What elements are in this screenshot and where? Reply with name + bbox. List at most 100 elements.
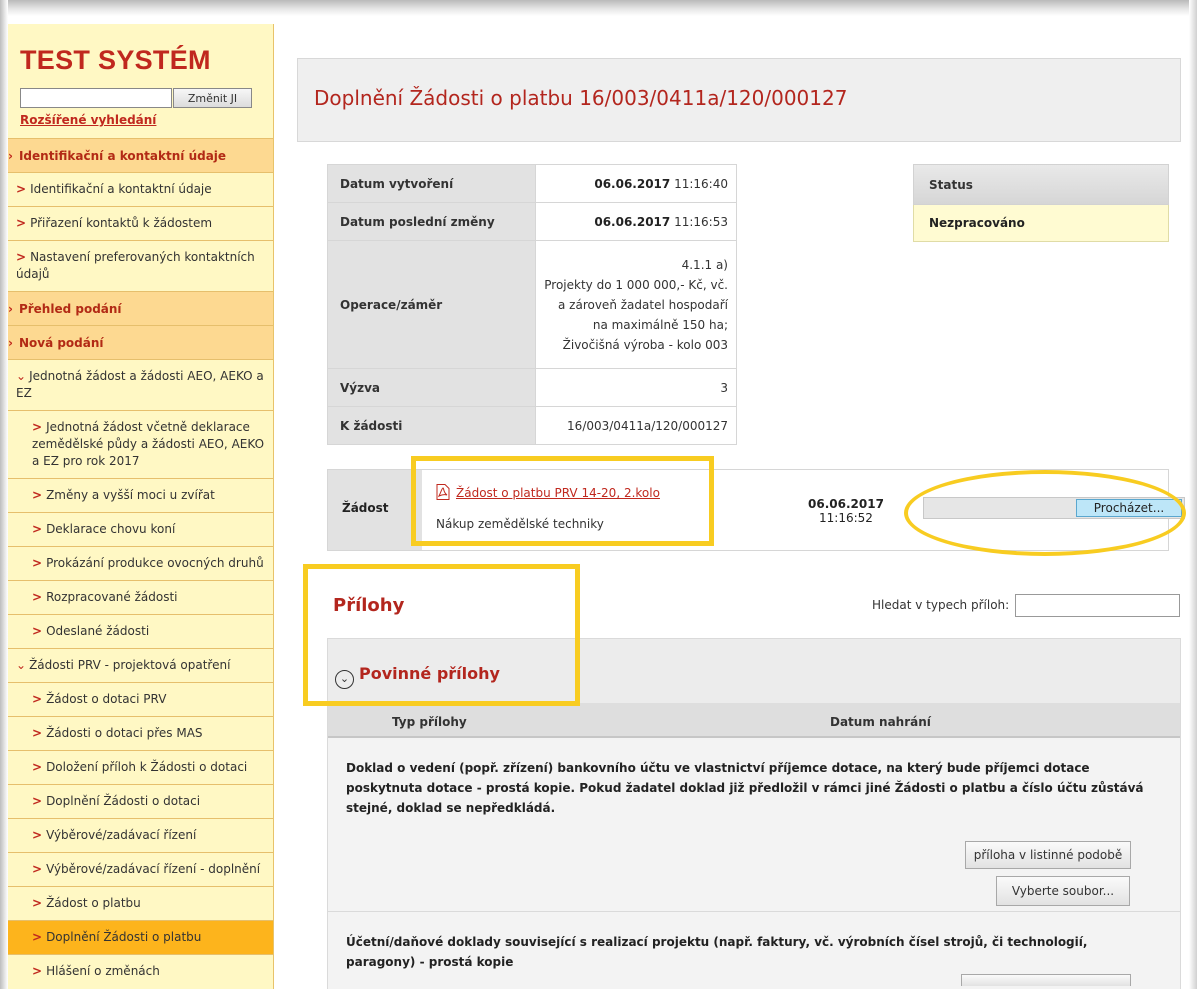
mandatory-section-title: Povinné přílohy [359, 664, 500, 683]
attachment-item: Doklad o vedení (popř. zřízení) bankovní… [328, 738, 1180, 912]
nav-group-single-application[interactable]: ⌄ Jednotná žádost a žádosti AEO, AEKO a E… [8, 359, 273, 410]
nav-label: Doplnění Žádosti o platbu [46, 930, 202, 944]
nav-group-prv-projects[interactable]: ⌄ Žádosti PRV - projektová opatření [8, 648, 273, 682]
request-date: 06.06.2017 [808, 497, 884, 511]
chevron-right-icon: > [32, 692, 43, 706]
advanced-search-link[interactable]: Rozšířené vyhledání [8, 111, 273, 138]
window-shadow-right [1189, 0, 1197, 989]
nav-item-payment-supplement[interactable]: > Doplnění Žádosti o platbu [8, 920, 273, 954]
chevron-right-icon: › [8, 336, 13, 350]
mandatory-attachments-panel: ⌄ Povinné přílohy Typ přílohy Datum nahrá… [327, 638, 1181, 989]
nav-label: Žádost o dotaci PRV [46, 692, 167, 706]
nav-label: Doplnění Žádosti o dotaci [46, 794, 201, 808]
page-header: Doplnění Žádosti o platbu 16/003/0411a/1… [297, 58, 1181, 142]
mandatory-section-header[interactable]: ⌄ Povinné přílohy [328, 639, 1180, 703]
nav-section-submissions-overview[interactable]: › Přehled podání [8, 291, 273, 325]
col-attachment-type: Typ přílohy [392, 715, 467, 729]
nav-item-draft-applications[interactable]: > Rozpracované žádosti [8, 580, 273, 614]
attachments-table-header: Typ přílohy Datum nahrání [328, 703, 1180, 738]
change-ji-button[interactable]: Změnit JI [173, 88, 252, 108]
modified-time: 11:16:53 [674, 214, 728, 229]
request-pdf-link[interactable]: Žádost o platbu PRV 14-20, 2.kolo [456, 486, 660, 500]
modified-date: 06.06.2017 [594, 214, 671, 229]
nav-section-identification[interactable]: › Identifikační a kontaktní údaje [8, 138, 273, 172]
request-value: 16/003/0411a/120/000127 [535, 406, 737, 445]
nav-label: Odeslané žádosti [46, 624, 150, 638]
nav-label: Deklarace chovu koní [46, 522, 176, 536]
nav-label: Výběrové/zadávací řízení - doplnění [46, 862, 261, 876]
attachment-description: Účetní/daňové doklady související s real… [346, 935, 1088, 969]
call-value: 3 [535, 368, 737, 407]
chevron-right-icon: > [32, 828, 43, 842]
ji-search: Změnit JI [8, 88, 273, 111]
operation-line: Projekty do 1 000 000,- Kč, vč. [544, 277, 728, 292]
operation-line: a zároveň žadatel hospodaří [558, 297, 728, 312]
nav-item-horse-declaration[interactable]: > Deklarace chovu koní [8, 512, 273, 546]
ji-search-input[interactable] [20, 88, 172, 108]
nav-label: Rozpracované žádosti [46, 590, 178, 604]
table-row: Datum poslední změny 06.06.2017 11:16:53 [327, 202, 737, 241]
main-content: Doplnění Žádosti o platbu 16/003/0411a/1… [297, 58, 1185, 989]
nav-item-fruit-production[interactable]: > Prokázání produkce ovocných druhů [8, 546, 273, 580]
nav-item-contacts-assignment[interactable]: > Přiřazení kontaktů k žádostem [8, 206, 273, 240]
nav-label: Identifikační a kontaktní údaje [30, 182, 212, 196]
chevron-right-icon: > [16, 250, 27, 264]
nav-label: Žádosti PRV - projektová opatření [29, 658, 231, 672]
nav-item-grant-supplement[interactable]: > Doplnění Žádosti o dotaci [8, 784, 273, 818]
attachment-description: Doklad o vedení (popř. zřízení) bankovní… [346, 761, 1144, 815]
request-doc-date: 06.06.2017 11:16:52 [808, 497, 884, 525]
created-value: 06.06.2017 11:16:40 [535, 164, 737, 203]
paper-attachment-button[interactable] [961, 974, 1131, 986]
nav-label: Žádost o platbu [46, 896, 141, 910]
chevron-right-icon: > [32, 726, 43, 740]
pdf-icon [436, 484, 450, 500]
browse-button[interactable]: Procházet... [1076, 499, 1182, 517]
sidebar-nav: › Identifikační a kontaktní údaje > Identi… [8, 138, 273, 988]
nav-item-payment-request[interactable]: > Žádost o platbu [8, 886, 273, 920]
attachment-item: Účetní/daňové doklady související s real… [328, 912, 1180, 989]
nav-label: Jednotná žádost včetně deklarace zeměděl… [32, 420, 265, 468]
request-doc-label: Žádost [328, 470, 422, 550]
chevron-right-icon: > [16, 216, 27, 230]
nav-item-preferred-contacts[interactable]: > Nastavení preferovaných kontaktních úda… [8, 240, 273, 291]
col-upload-date: Datum nahrání [830, 715, 931, 729]
chevron-right-icon: > [32, 760, 43, 774]
nav-item-mas-grant[interactable]: > Žádosti o dotaci přes MAS [8, 716, 273, 750]
nav-section-new-submissions[interactable]: › Nová podání [8, 325, 273, 359]
modified-value: 06.06.2017 11:16:53 [535, 202, 737, 241]
chevron-down-icon: ⌄ [16, 369, 27, 383]
nav-item-animal-changes[interactable]: > Změny a vyšší moci u zvířat [8, 478, 273, 512]
choose-file-button[interactable]: Vyberte soubor... [996, 876, 1130, 906]
paper-attachment-button[interactable]: příloha v listinné podobě [965, 841, 1131, 869]
operation-value: 4.1.1 a) Projekty do 1 000 000,- Kč, vč.… [535, 240, 737, 369]
created-label: Datum vytvoření [327, 164, 536, 203]
chevron-right-icon: > [32, 488, 43, 502]
attachment-type-search: Hledat v typech příloh: [872, 594, 1181, 617]
table-row: Výzva 3 [327, 368, 737, 407]
request-document-row: Žádost Žádost o platbu PRV 14-20, 2.kolo… [327, 469, 1185, 551]
nav-item-prv-grant[interactable]: > Žádost o dotaci PRV [8, 682, 273, 716]
collapse-circle-icon[interactable]: ⌄ [335, 670, 354, 689]
chevron-right-icon: > [32, 930, 43, 944]
nav-label: Žádosti o dotaci přes MAS [46, 726, 203, 740]
nav-label: Identifikační a kontaktní údaje [18, 149, 227, 163]
attachments-title: Přílohy [333, 595, 405, 616]
nav-item-single-application-2017[interactable]: > Jednotná žádost včetně deklarace zemědě… [8, 410, 273, 478]
nav-label: Nová podání [18, 336, 104, 350]
nav-label: Nastavení preferovaných kontaktních údaj… [16, 250, 255, 281]
nav-item-tender-supplement[interactable]: > Výběrové/zadávací řízení - doplnění [8, 852, 273, 886]
file-upload-field[interactable]: Procházet... [923, 497, 1185, 519]
nav-item-sent-applications[interactable]: > Odeslané žádosti [8, 614, 273, 648]
operation-line: na maximálně 150 ha; [592, 317, 728, 332]
nav-item-change-reports[interactable]: > Hlášení o změnách [8, 954, 273, 988]
chevron-right-icon: › [8, 302, 13, 316]
chevron-right-icon: > [32, 862, 43, 876]
info-table: Datum vytvoření 06.06.2017 11:16:40 Datu… [327, 164, 737, 445]
nav-item-identification[interactable]: > Identifikační a kontaktní údaje [8, 172, 273, 206]
operation-line: 4.1.1 a) [681, 257, 728, 272]
status-value: Nezpracováno [913, 205, 1169, 242]
nav-item-grant-attachments[interactable]: > Doložení příloh k Žádosti o dotaci [8, 750, 273, 784]
nav-item-tender[interactable]: > Výběrové/zadávací řízení [8, 818, 273, 852]
attachment-type-search-input[interactable] [1015, 594, 1181, 617]
attachment-search-label: Hledat v typech příloh: [872, 598, 1010, 612]
